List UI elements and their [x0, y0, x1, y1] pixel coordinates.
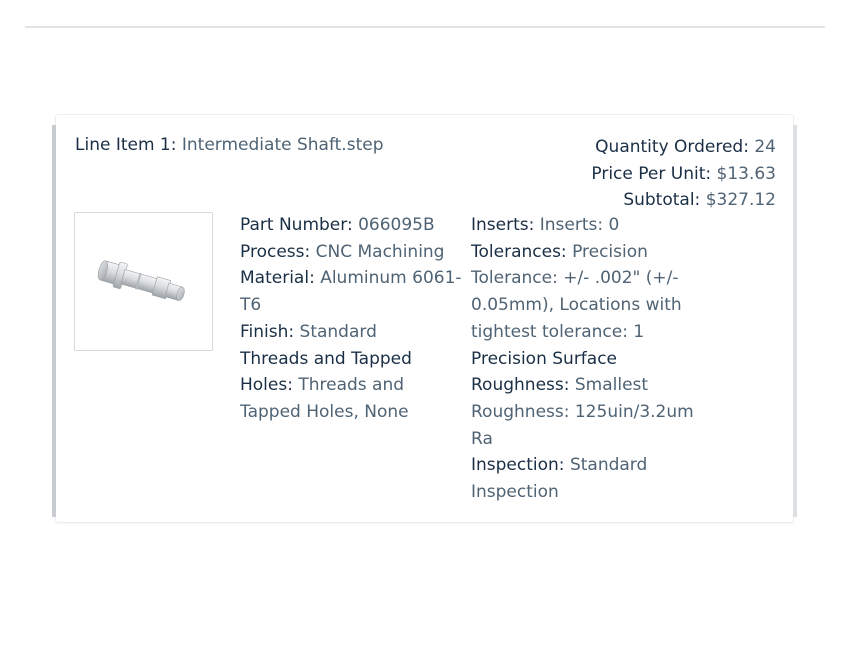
- quantity-label: Quantity Ordered:: [595, 137, 749, 157]
- top-divider: [25, 26, 825, 28]
- spec-part-number: Part Number: 066095B: [240, 212, 465, 239]
- spec-label: Inspection:: [471, 455, 565, 476]
- spec-value: 066095B: [358, 215, 435, 235]
- spec-threads: Threads and Tapped Holes: Threads and Ta…: [240, 346, 465, 426]
- price-label: Price Per Unit:: [591, 163, 712, 184]
- spec-label: Inserts:: [471, 215, 535, 235]
- subtotal-row: Subtotal: $327.12: [591, 187, 776, 214]
- spec-finish: Finish: Standard: [240, 319, 465, 346]
- spec-label: Process:: [240, 241, 311, 262]
- line-item-card: Line Item 1: Intermediate Shaft.step Qua…: [52, 114, 797, 523]
- spec-label: Part Number:: [240, 215, 353, 235]
- spec-material: Material: Aluminum 6061-T6: [240, 265, 465, 318]
- card-left-edge: [52, 125, 56, 517]
- spec-label: Finish:: [240, 321, 295, 342]
- spec-value: CNC Machining: [315, 241, 445, 262]
- spec-label: Material:: [240, 268, 315, 289]
- subtotal-label: Subtotal:: [623, 190, 701, 210]
- shaft-part-icon: [97, 260, 185, 301]
- part-thumbnail[interactable]: [74, 212, 213, 351]
- spec-tolerances: Tolerances: Precision Tolerance: +/- .00…: [471, 239, 701, 346]
- spec-process: Process: CNC Machining: [240, 239, 465, 266]
- spec-surface-roughness: Precision Surface Roughness: Smallest Ro…: [471, 346, 701, 453]
- subtotal-value: $327.12: [705, 190, 776, 210]
- spec-inserts: Inserts: Inserts: 0: [471, 212, 701, 239]
- specs-column-left: Part Number: 066095B Process: CNC Machin…: [240, 212, 465, 426]
- price-value: $13.63: [716, 163, 776, 184]
- price-row: Price Per Unit: $13.63: [591, 161, 776, 188]
- spec-label: Tolerances:: [471, 241, 567, 262]
- quantity-value: 24: [754, 137, 776, 157]
- card-right-edge: [793, 125, 797, 517]
- quantity-row: Quantity Ordered: 24: [591, 134, 776, 161]
- line-item-title: Line Item 1: Intermediate Shaft.step: [75, 134, 383, 156]
- spec-inspection: Inspection: Standard Inspection: [471, 452, 701, 505]
- spec-value: Inserts: 0: [539, 215, 620, 235]
- line-item-filename: Intermediate Shaft.step: [181, 135, 384, 155]
- specs-column-right: Inserts: Inserts: 0 Tolerances: Precisio…: [471, 212, 701, 506]
- line-item-label: Line Item 1:: [75, 135, 177, 155]
- spec-value: Standard: [299, 321, 377, 342]
- order-summary: Quantity Ordered: 24 Price Per Unit: $13…: [591, 134, 776, 214]
